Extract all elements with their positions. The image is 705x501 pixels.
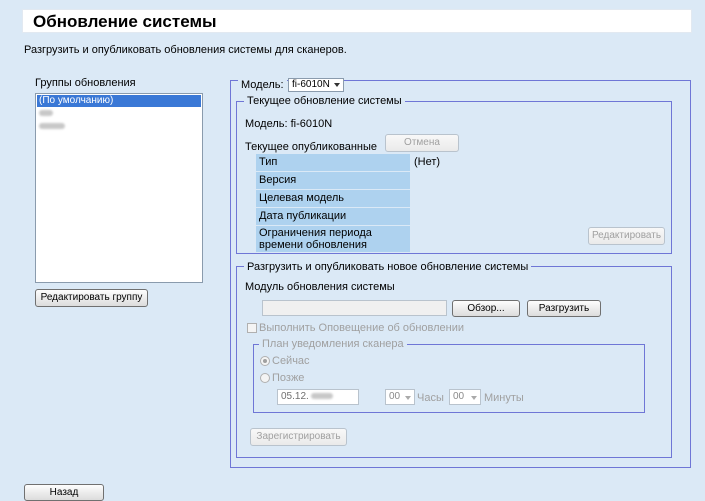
browse-button[interactable]: Обзор... xyxy=(452,300,520,317)
group-item-redacted-2[interactable] xyxy=(37,121,201,133)
prop-type-label: Тип xyxy=(256,154,410,172)
model-select-value: fi-6010N xyxy=(292,79,330,90)
prop-type-value: (Нет) xyxy=(414,156,441,168)
minutes-label: Минуты xyxy=(484,392,524,404)
page-header: Обновление системы xyxy=(22,9,692,33)
register-button[interactable]: Зарегистрировать xyxy=(250,428,347,446)
redacted-text xyxy=(39,123,65,130)
current-update-legend: Текущее обновление системы xyxy=(244,94,405,108)
model-label: Модель: xyxy=(241,79,284,91)
edit-group-button[interactable]: Редактировать группу xyxy=(35,289,148,307)
upload-update-legend: Разгрузить и опубликовать новое обновлен… xyxy=(244,260,532,274)
group-item-redacted-1[interactable] xyxy=(37,108,201,120)
prop-publish-date-label: Дата публикации xyxy=(256,208,410,226)
notify-checkbox[interactable] xyxy=(247,323,257,333)
back-button[interactable]: Назад xyxy=(24,484,104,501)
model-legend: Модель: xyxy=(238,78,287,92)
notification-plan-legend: План уведомления сканера xyxy=(259,337,407,351)
current-model-text: Модель: fi-6010N xyxy=(245,118,333,130)
prop-target-model-label: Целевая модель xyxy=(256,190,410,208)
update-groups-label: Группы обновления xyxy=(35,77,136,89)
update-file-input[interactable] xyxy=(262,300,447,316)
later-radio[interactable] xyxy=(260,373,270,383)
edit-update-button[interactable]: Редактировать xyxy=(588,227,665,245)
now-radio[interactable] xyxy=(260,356,270,366)
minutes-select[interactable]: 00 xyxy=(449,389,481,405)
page-description: Разгрузить и опубликовать обновления сис… xyxy=(24,44,347,56)
date-input[interactable]: 05.12. xyxy=(277,389,359,405)
now-label: Сейчас xyxy=(272,355,310,367)
update-groups-list[interactable]: (По умолчанию) xyxy=(35,93,203,283)
current-published-label: Текущее опубликованные xyxy=(245,141,378,153)
hours-label: Часы xyxy=(417,392,444,404)
redacted-text xyxy=(39,110,53,117)
chevron-down-icon xyxy=(405,396,411,400)
minutes-select-value: 00 xyxy=(453,391,465,402)
group-item-default[interactable]: (По умолчанию) xyxy=(37,95,201,107)
update-module-label: Модуль обновления системы xyxy=(245,281,395,293)
chevron-down-icon xyxy=(334,83,340,87)
model-select[interactable]: fi-6010N xyxy=(288,78,344,92)
hours-select[interactable]: 00 xyxy=(385,389,415,405)
redacted-text xyxy=(310,393,333,400)
chevron-down-icon xyxy=(471,396,477,400)
prop-version-label: Версия xyxy=(256,172,410,190)
later-label: Позже xyxy=(272,372,305,384)
current-update-properties: Тип Версия Целевая модель Дата публикаци… xyxy=(256,154,410,253)
page-title: Обновление системы xyxy=(33,12,217,31)
hours-select-value: 00 xyxy=(389,391,401,402)
upload-button[interactable]: Разгрузить xyxy=(527,300,601,317)
cancel-button[interactable]: Отмена xyxy=(385,134,459,152)
notify-label: Выполнить Оповещение об обновлении xyxy=(259,322,465,334)
prop-update-window-label: Ограничения периода времени обновления xyxy=(256,226,410,253)
